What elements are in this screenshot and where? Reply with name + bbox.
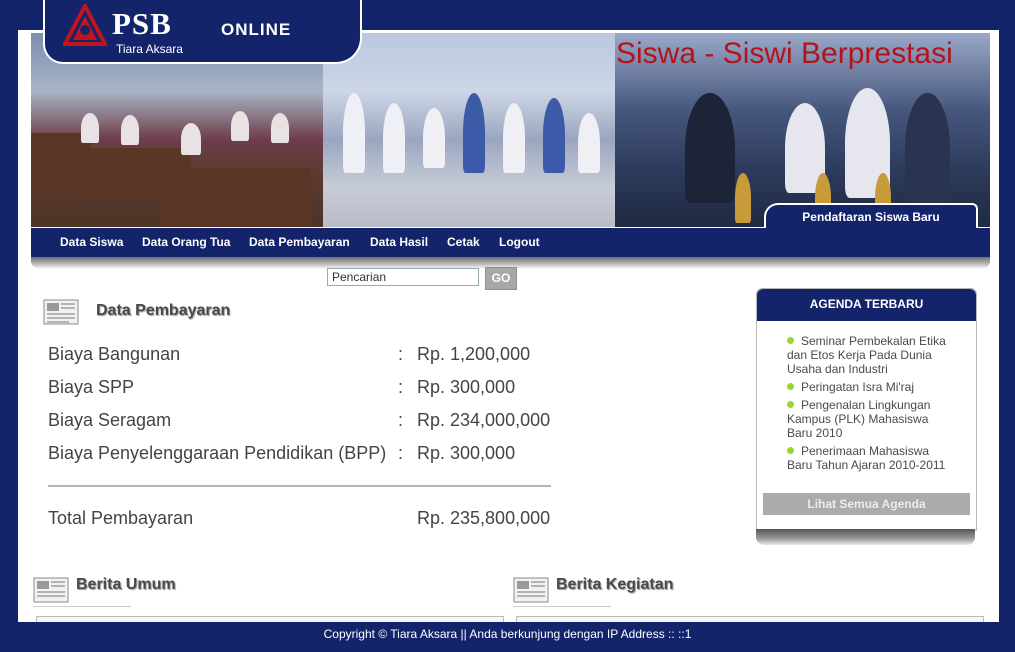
nav-item-data-pembayaran[interactable]: Data Pembayaran xyxy=(249,235,350,249)
bullet-icon xyxy=(787,447,794,454)
payment-colon: : xyxy=(398,410,404,430)
nav-item-cetak[interactable]: Cetak xyxy=(447,235,480,249)
agenda-item[interactable]: Penerimaan Mahasiswa Baru Tahun Ajaran 2… xyxy=(787,444,953,472)
logo-online-text: ONLINE xyxy=(221,20,292,39)
search-input[interactable] xyxy=(327,268,479,286)
see-all-agenda-button[interactable]: Lihat Semua Agenda xyxy=(763,493,970,515)
agenda-shadow xyxy=(756,529,975,545)
register-new-student-tab[interactable]: Pendaftaran Siswa Baru xyxy=(764,203,978,230)
site-logo[interactable]: PSB ONLINE Tiara Aksara xyxy=(43,0,362,64)
bullet-icon xyxy=(787,401,794,408)
right-border xyxy=(999,30,1015,630)
activity-news-underline xyxy=(513,606,611,607)
activity-news-title: Berita Kegiatan xyxy=(556,576,674,593)
payment-section-title: Data Pembayaran xyxy=(96,302,231,319)
nav-item-data-hasil[interactable]: Data Hasil xyxy=(370,235,428,249)
newspaper-icon xyxy=(513,577,549,603)
payment-value-bpp: Rp. 300,000 xyxy=(417,443,516,463)
agenda-item[interactable]: Peringatan Isra Mi'raj xyxy=(787,380,953,394)
agenda-panel: AGENDA TERBARU Seminar Pembekalan Etika … xyxy=(756,288,977,531)
payment-colon: : xyxy=(398,377,404,397)
general-news-title: Berita Umum xyxy=(76,576,176,593)
nav-item-data-siswa[interactable]: Data Siswa xyxy=(60,235,123,249)
general-news-underline xyxy=(33,606,131,607)
payment-colon: : xyxy=(398,443,404,463)
payment-total-value: Rp. 235,800,000 xyxy=(417,508,551,528)
payment-value-bangunan: Rp. 1,200,000 xyxy=(417,344,531,364)
agenda-item-text: Peringatan Isra Mi'raj xyxy=(801,380,915,394)
logo-subtitle: Tiara Aksara xyxy=(116,42,183,56)
agenda-item-text: Pengenalan Lingkungan Kampus (PLK) Mahas… xyxy=(787,398,931,440)
bullet-icon xyxy=(787,383,794,390)
tiara-aksara-emblem-icon xyxy=(63,4,107,46)
payment-total-label: Total Pembayaran xyxy=(48,508,194,528)
payment-value-seragam: Rp. 234,000,000 xyxy=(417,410,551,430)
students-group-photo xyxy=(323,33,615,227)
agenda-item-text: Seminar Pembekalan Etika dan Etos Kerja … xyxy=(787,334,946,376)
bullet-icon xyxy=(787,337,794,344)
left-border xyxy=(0,30,18,630)
agenda-item-text: Penerimaan Mahasiswa Baru Tahun Ajaran 2… xyxy=(787,444,946,472)
nav-item-logout[interactable]: Logout xyxy=(499,235,540,249)
payment-value-spp: Rp. 300,000 xyxy=(417,377,516,397)
search-go-button[interactable]: GO xyxy=(485,267,517,290)
agenda-title: AGENDA TERBARU xyxy=(757,289,976,321)
footer: Copyright © Tiara Aksara || Anda berkunj… xyxy=(0,622,1015,652)
payment-label-bangunan: Biaya Bangunan xyxy=(48,344,181,364)
newspaper-icon xyxy=(43,299,79,325)
payment-colon: : xyxy=(398,344,404,364)
agenda-item[interactable]: Seminar Pembekalan Etika dan Etos Kerja … xyxy=(787,334,953,376)
nav-item-data-orang-tua[interactable]: Data Orang Tua xyxy=(142,235,230,249)
footer-copyright: Copyright © Tiara Aksara || Anda berkunj… xyxy=(323,627,692,641)
banner-title: Siswa - Siswi Berprestasi xyxy=(616,37,953,70)
logo-psb-text: PSB xyxy=(112,6,172,41)
payment-label-seragam: Biaya Seragam xyxy=(48,410,172,430)
payment-label-spp: Biaya SPP xyxy=(48,377,135,397)
total-divider xyxy=(48,485,551,487)
main-nav: Data Siswa Data Orang Tua Data Pembayara… xyxy=(31,228,990,257)
payment-label-bpp: Biaya Penyelenggaraan Pendidikan (BPP) xyxy=(48,443,387,463)
agenda-item[interactable]: Pengenalan Lingkungan Kampus (PLK) Mahas… xyxy=(787,398,953,440)
newspaper-icon xyxy=(33,577,69,603)
